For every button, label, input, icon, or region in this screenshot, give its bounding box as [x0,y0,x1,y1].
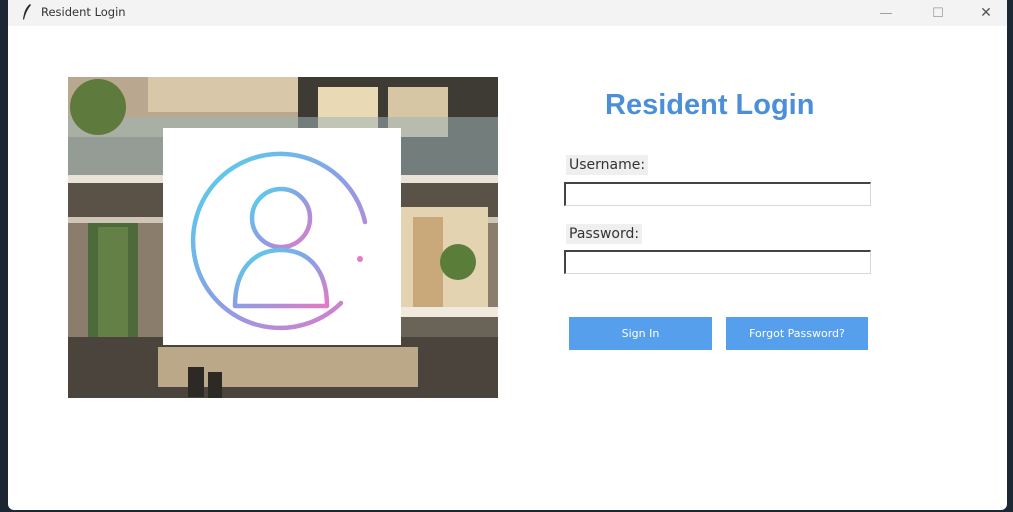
password-label: Password: [566,224,643,244]
close-button[interactable]: ✕ [966,0,1006,26]
minimize-button[interactable]: — [866,0,906,26]
title-bar: Resident Login — ☐ ✕ [8,0,1007,26]
sign-in-button[interactable]: Sign In [569,317,712,350]
feather-icon [23,4,31,20]
login-window: Resident Login — ☐ ✕ Resident Login User… [8,0,1007,510]
login-heading: Resident Login [605,89,815,121]
password-input[interactable] [564,250,871,274]
logo-card [163,128,401,345]
forgot-password-button[interactable]: Forgot Password? [726,317,868,350]
building-photo [68,77,498,398]
maximize-button[interactable]: ☐ [918,0,958,26]
username-input[interactable] [564,182,871,206]
window-title: Resident Login [41,5,126,19]
user-profile-icon [190,151,368,331]
username-label: Username: [566,155,649,175]
